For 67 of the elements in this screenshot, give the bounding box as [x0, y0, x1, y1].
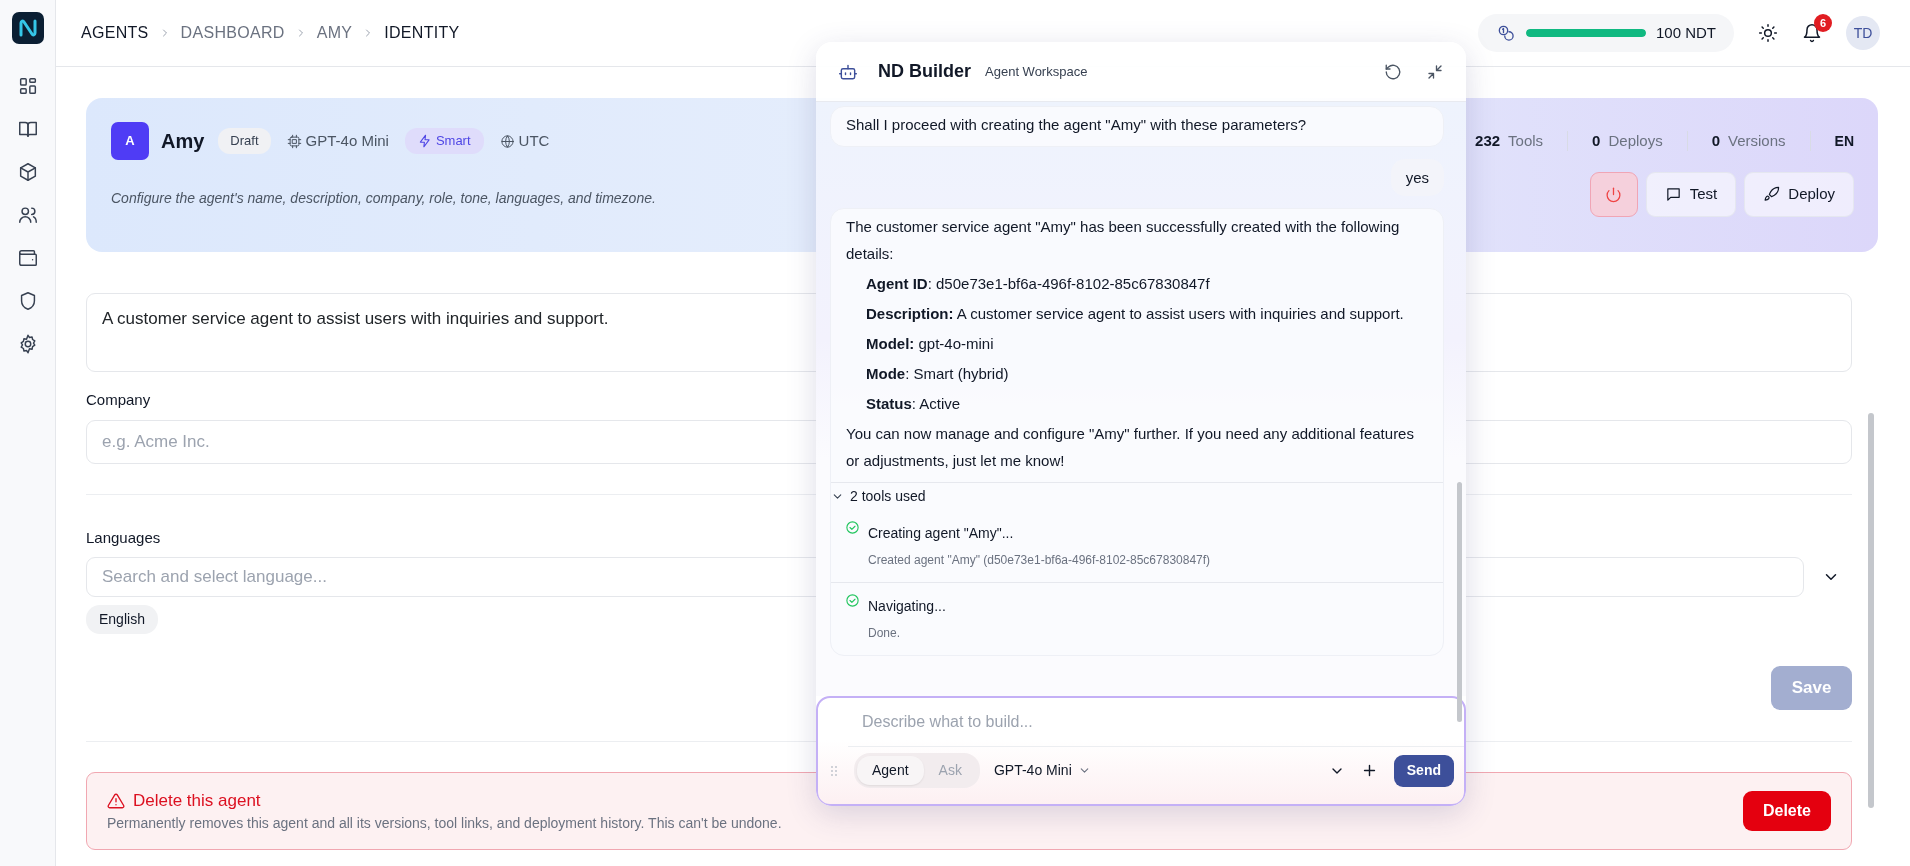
- power-icon: [1605, 186, 1623, 203]
- users-icon[interactable]: [16, 204, 39, 226]
- notification-count: 6: [1814, 14, 1832, 32]
- theme-toggle-button[interactable]: [1758, 23, 1778, 43]
- bell-icon: [1802, 23, 1822, 43]
- chat-icon: [1664, 186, 1682, 203]
- language-code: EN: [1834, 131, 1854, 151]
- chat-subtitle: Agent Workspace: [985, 62, 1088, 81]
- warning-icon: [107, 791, 125, 810]
- model-dropdown[interactable]: GPT-4o Mini: [993, 760, 1091, 781]
- danger-description: Permanently removes this agent and all its versions, tool links, and deployment history. This can't be undone.: [107, 814, 782, 834]
- tool-title: Creating agent "Amy"...: [868, 524, 1015, 543]
- chip-icon: [286, 133, 302, 149]
- stat: 232 Tools: [1475, 130, 1544, 151]
- message-composer[interactable]: Describe what to build... Agent Ask GPT-4o Mini Send: [816, 696, 1466, 806]
- breadcrumb-current: IDENTITY: [384, 23, 460, 43]
- breadcrumb-link[interactable]: DASHBOARD: [180, 21, 285, 45]
- mode-tag: Smart: [404, 128, 484, 154]
- stat: 0 Deploys: [1592, 130, 1663, 151]
- status-tag: Draft: [218, 128, 271, 154]
- message-text: You can now manage and configure "Amy" further. If you need any additional features or adjustments, just let me know!: [846, 424, 1415, 471]
- rocket-icon: [1763, 186, 1781, 203]
- mode-tab[interactable]: Agent: [857, 756, 924, 785]
- field-label: Languages: [86, 527, 161, 548]
- model-tag: GPT-4o Mini: [286, 129, 389, 153]
- stat: 0 Versions: [1711, 130, 1786, 151]
- message-text: yes: [1405, 168, 1429, 188]
- detail-line: Model: gpt-4o-mini: [865, 334, 995, 354]
- detail-line: Description: A customer service agent to assist users with inquiries and support.: [865, 304, 1405, 324]
- delete-button[interactable]: Delete: [1742, 791, 1831, 831]
- notifications-button[interactable]: [1802, 23, 1822, 43]
- scrollbar-thumb[interactable]: [1868, 413, 1874, 808]
- minimize-button[interactable]: [1426, 62, 1444, 81]
- tool-result: Created agent "Amy" (d50e73e1-bf6a-496f-8102-85c67830847f): [868, 552, 1211, 569]
- credits-amount: 100 NDT: [1655, 22, 1716, 43]
- deploy-button[interactable]: Deploy: [1744, 172, 1854, 217]
- scrollbar-thumb[interactable]: [1457, 482, 1462, 722]
- send-button[interactable]: Send: [1393, 754, 1454, 787]
- tool-title: Navigating...: [868, 597, 946, 616]
- chat-title: ND Builder: [878, 60, 971, 83]
- breadcrumb-link[interactable]: AGENTS: [81, 21, 149, 45]
- field-label: Company: [86, 390, 151, 410]
- agent-description: Configure the agent's name, description, company, role, tone, languages, and timezone.: [111, 189, 656, 208]
- reset-button[interactable]: [1384, 62, 1402, 81]
- message-input[interactable]: Describe what to build...: [818, 698, 1464, 746]
- message-text: The customer service agent "Amy" has been successfully created with the following details:: [846, 217, 1401, 264]
- user-avatar[interactable]: TD: [1846, 16, 1880, 50]
- app-logo[interactable]: [11, 12, 44, 44]
- language-chip: English: [86, 605, 158, 634]
- wallet-icon[interactable]: [16, 247, 39, 269]
- sun-icon: [1758, 23, 1778, 43]
- message-text: Shall I proceed with creating the agent "Amy" with these parameters?: [846, 115, 1308, 135]
- danger-title: Delete this agent: [133, 789, 261, 812]
- agent-avatar: A: [111, 122, 149, 160]
- tools-toggle[interactable]: 2 tools used: [831, 483, 1443, 510]
- tool-result: Done.: [868, 625, 902, 642]
- breadcrumb-link[interactable]: AMY: [316, 21, 353, 45]
- timezone-tag: UTC: [499, 129, 550, 153]
- bolt-icon: [417, 134, 432, 148]
- minimize-icon: [1426, 62, 1444, 81]
- test-button[interactable]: Test: [1645, 172, 1737, 217]
- detail-line: Agent ID: d50e73e1-bf6a-496f-8102-85c67830847f: [865, 274, 1211, 294]
- refresh-icon: [1384, 62, 1402, 81]
- agent-name: Amy: [161, 129, 205, 154]
- detail-line: Mode: Smart (hybrid): [865, 364, 1010, 384]
- detail-line: Status: Active: [865, 394, 962, 414]
- globe-icon: [499, 133, 515, 149]
